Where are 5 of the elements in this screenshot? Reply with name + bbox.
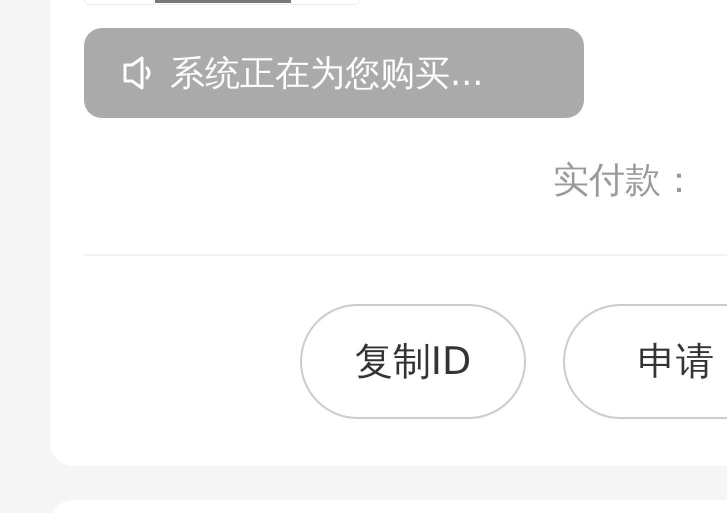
notice-text: 系统正在为您购买... [170, 52, 484, 96]
action-button[interactable]: 申请 [563, 304, 727, 419]
payment-label: 实付款： [553, 160, 697, 201]
action-button[interactable]: 复制ID [300, 304, 526, 419]
speaker-icon [122, 56, 152, 90]
